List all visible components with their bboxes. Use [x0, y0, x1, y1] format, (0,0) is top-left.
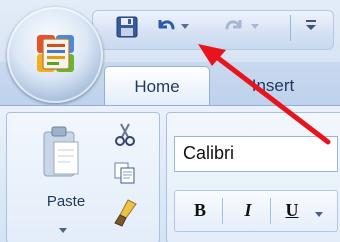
office-logo-icon	[29, 29, 81, 81]
underline-button[interactable]: U	[278, 196, 306, 224]
copy-icon[interactable]	[112, 160, 138, 186]
save-icon[interactable]	[116, 16, 138, 38]
paste-button[interactable]: Paste	[34, 193, 98, 210]
undo-dropdown-icon[interactable]	[180, 18, 190, 29]
customize-qat-icon[interactable]	[304, 18, 318, 32]
font-name-combobox[interactable]: Calibri	[174, 136, 338, 172]
office-button[interactable]	[7, 7, 103, 103]
redo-icon[interactable]	[222, 14, 244, 36]
undo-icon[interactable]	[154, 14, 176, 36]
cut-icon[interactable]	[112, 122, 138, 148]
paste-icon[interactable]	[40, 124, 82, 184]
toolbar-separator	[290, 15, 291, 41]
separator	[270, 198, 271, 224]
paste-dropdown-icon[interactable]	[58, 222, 68, 233]
tab-insert[interactable]: Insert	[218, 66, 328, 106]
paste-label: Paste	[46, 193, 86, 210]
font-name-value: Calibri	[183, 143, 235, 163]
underline-dropdown-icon[interactable]	[314, 206, 324, 217]
italic-button[interactable]: I	[234, 196, 262, 224]
tab-home-label: Home	[134, 77, 180, 96]
tab-insert-label: Insert	[251, 76, 295, 95]
format-painter-icon[interactable]	[112, 198, 138, 227]
redo-dropdown-icon[interactable]	[250, 18, 260, 29]
tab-home[interactable]: Home	[104, 66, 210, 107]
ribbon-window: Home Insert Paste Calibri B I U	[0, 0, 340, 242]
bold-button[interactable]: B	[186, 196, 214, 224]
separator	[222, 198, 223, 224]
